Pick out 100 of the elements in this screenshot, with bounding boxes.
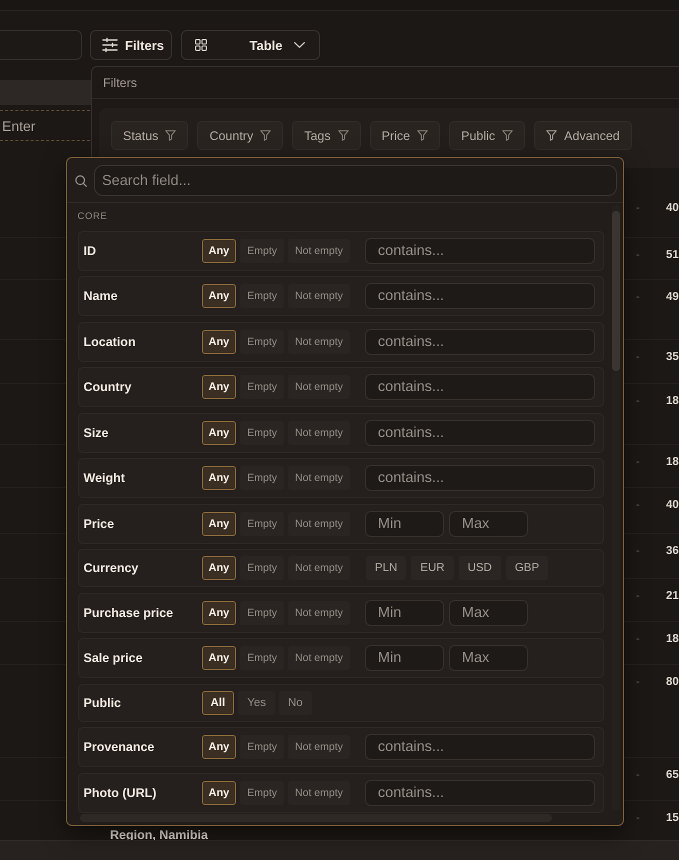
- contains-input[interactable]: contains...: [364, 238, 594, 264]
- mode-option[interactable]: Any: [202, 284, 236, 308]
- grid-icon: [195, 39, 207, 51]
- mode-option[interactable]: Not empty: [288, 556, 350, 580]
- mode-option[interactable]: Not empty: [288, 238, 350, 262]
- mode-option[interactable]: Empty: [240, 238, 284, 262]
- field-label: Purchase price: [84, 606, 174, 620]
- funnel-icon: [546, 130, 558, 141]
- mode-option[interactable]: Empty: [240, 646, 284, 670]
- mode-option[interactable]: Empty: [240, 512, 284, 536]
- filter-chip[interactable]: Tags: [292, 121, 361, 150]
- mode-option[interactable]: Empty: [240, 466, 284, 490]
- new-row-input[interactable]: Enter: [0, 110, 90, 141]
- sliders-icon: [102, 37, 118, 53]
- table-cell: 40: [666, 499, 679, 511]
- table-cell: 80: [666, 676, 679, 688]
- funnel-icon: [417, 130, 428, 141]
- funnel-icon: [338, 130, 349, 141]
- filter-chip[interactable]: Advanced: [534, 121, 632, 150]
- field-label: Sale price: [84, 651, 144, 665]
- table-cell: 18: [666, 456, 679, 468]
- mode-option[interactable]: Not empty: [288, 735, 350, 759]
- mode-option[interactable]: Any: [202, 600, 236, 624]
- table-cell: Region, Namibia: [110, 828, 208, 842]
- mode-option[interactable]: Empty: [240, 735, 284, 759]
- table-cell: 51: [666, 249, 679, 261]
- table-cell: -: [636, 456, 640, 468]
- mode-option[interactable]: Not empty: [288, 420, 350, 444]
- mode-option[interactable]: Empty: [240, 375, 284, 399]
- mode-option[interactable]: Any: [202, 375, 236, 399]
- filter-chip[interactable]: Public: [449, 121, 526, 150]
- field-label: Price: [84, 516, 116, 530]
- mode-option[interactable]: Any: [202, 735, 236, 759]
- contains-input[interactable]: contains...: [364, 374, 594, 400]
- table-cell: 40: [666, 202, 679, 214]
- mode-option[interactable]: Any: [202, 556, 236, 580]
- min-input[interactable]: Min: [364, 510, 444, 536]
- contains-input[interactable]: contains...: [364, 420, 594, 446]
- view-select[interactable]: Table: [181, 30, 320, 60]
- mode-option[interactable]: Any: [202, 512, 236, 536]
- table-cell: -: [636, 499, 640, 511]
- contains-input[interactable]: contains...: [364, 465, 594, 491]
- mode-option[interactable]: Any: [202, 466, 236, 490]
- mode-option[interactable]: Any: [202, 780, 236, 804]
- mode-option[interactable]: Empty: [240, 556, 284, 580]
- mode-option[interactable]: Yes: [238, 690, 275, 714]
- contains-input[interactable]: contains...: [364, 283, 594, 309]
- mode-option[interactable]: No: [278, 690, 312, 714]
- mode-option[interactable]: Empty: [240, 284, 284, 308]
- mode-option[interactable]: Not empty: [288, 466, 350, 490]
- field-label: Size: [84, 426, 110, 440]
- mode-option[interactable]: Not empty: [288, 600, 350, 624]
- option-chip[interactable]: EUR: [411, 556, 454, 580]
- mode-option[interactable]: Any: [202, 420, 236, 444]
- table-cell: -: [636, 291, 640, 303]
- table-cell: -: [636, 395, 640, 407]
- field-label: Country: [84, 380, 132, 394]
- mode-option[interactable]: Not empty: [288, 646, 350, 670]
- search-field[interactable]: [0, 30, 82, 60]
- mode-option[interactable]: Not empty: [288, 780, 350, 804]
- mode-option[interactable]: Any: [202, 330, 236, 354]
- max-input[interactable]: Max: [448, 645, 528, 671]
- min-input[interactable]: Min: [364, 645, 444, 671]
- mode-option[interactable]: Empty: [240, 330, 284, 354]
- max-input[interactable]: Max: [448, 600, 528, 626]
- contains-input[interactable]: contains...: [364, 328, 594, 354]
- scrollbar-thumb[interactable]: [612, 211, 620, 371]
- mode-option[interactable]: Any: [202, 238, 236, 262]
- option-chip[interactable]: USD: [458, 556, 501, 580]
- filter-chip[interactable]: Country: [197, 121, 284, 150]
- table-cell: 49: [666, 291, 679, 303]
- max-input[interactable]: Max: [448, 510, 528, 536]
- filter-chip[interactable]: Status: [111, 121, 188, 150]
- table-cell: -: [636, 812, 640, 824]
- contains-input[interactable]: contains...: [364, 734, 594, 760]
- mode-option[interactable]: Any: [202, 646, 236, 670]
- min-input[interactable]: Min: [364, 600, 444, 626]
- table-cell: -: [636, 202, 640, 214]
- contains-input[interactable]: contains...: [364, 780, 594, 806]
- filter-chip[interactable]: Price: [370, 121, 440, 150]
- table-cell: 15: [666, 812, 679, 824]
- table-cell: -: [636, 633, 640, 645]
- funnel-icon: [260, 130, 272, 141]
- mode-option[interactable]: Empty: [240, 780, 284, 804]
- option-chip[interactable]: PLN: [366, 556, 406, 580]
- table-cell: -: [636, 545, 640, 557]
- mode-option[interactable]: Not empty: [288, 284, 350, 308]
- field-label: Weight: [84, 471, 126, 485]
- mode-option[interactable]: Not empty: [288, 375, 350, 399]
- table-cell: -: [636, 676, 640, 688]
- mode-option[interactable]: Not empty: [288, 330, 350, 354]
- field-label: Name: [84, 289, 119, 303]
- mode-option[interactable]: Empty: [240, 420, 284, 444]
- field-label: Currency: [84, 561, 140, 575]
- option-chip[interactable]: GBP: [506, 556, 548, 580]
- mode-option[interactable]: All: [202, 690, 234, 714]
- mode-option[interactable]: Empty: [240, 600, 284, 624]
- search-field[interactable]: Search field...: [94, 165, 617, 196]
- filters-button[interactable]: Filters: [90, 30, 172, 60]
- mode-option[interactable]: Not empty: [288, 512, 350, 536]
